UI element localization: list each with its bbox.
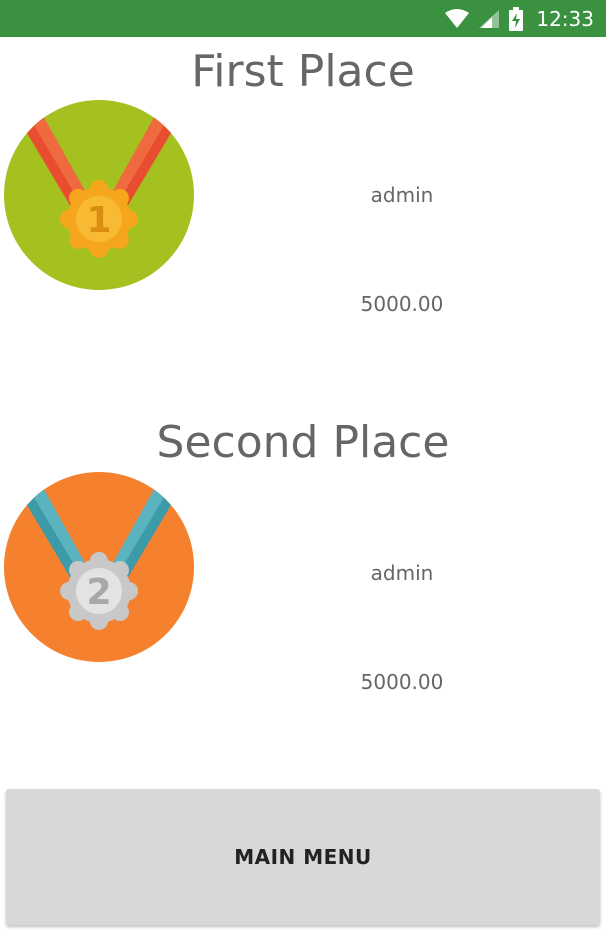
first-place-medal-icon: 1 — [4, 100, 194, 290]
main-menu-button[interactable]: MAIN MENU — [6, 789, 600, 925]
second-medal-number: 2 — [86, 572, 111, 613]
wifi-icon — [444, 8, 470, 29]
second-place-player: admin — [370, 561, 434, 585]
first-medal-number: 1 — [86, 200, 111, 241]
second-place-medal-icon: 2 — [4, 472, 194, 662]
battery-charging-icon — [508, 6, 524, 31]
status-bar: 12:33 — [0, 0, 606, 37]
status-icons: 12:33 — [444, 0, 594, 37]
cell-signal-icon — [478, 9, 500, 29]
first-place-title: First Place — [191, 46, 415, 97]
status-time: 12:33 — [536, 6, 594, 31]
first-place-score: 5000.00 — [360, 292, 444, 316]
second-place-title: Second Place — [156, 417, 450, 468]
second-place-score: 5000.00 — [360, 670, 444, 694]
first-place-player: admin — [370, 183, 434, 207]
